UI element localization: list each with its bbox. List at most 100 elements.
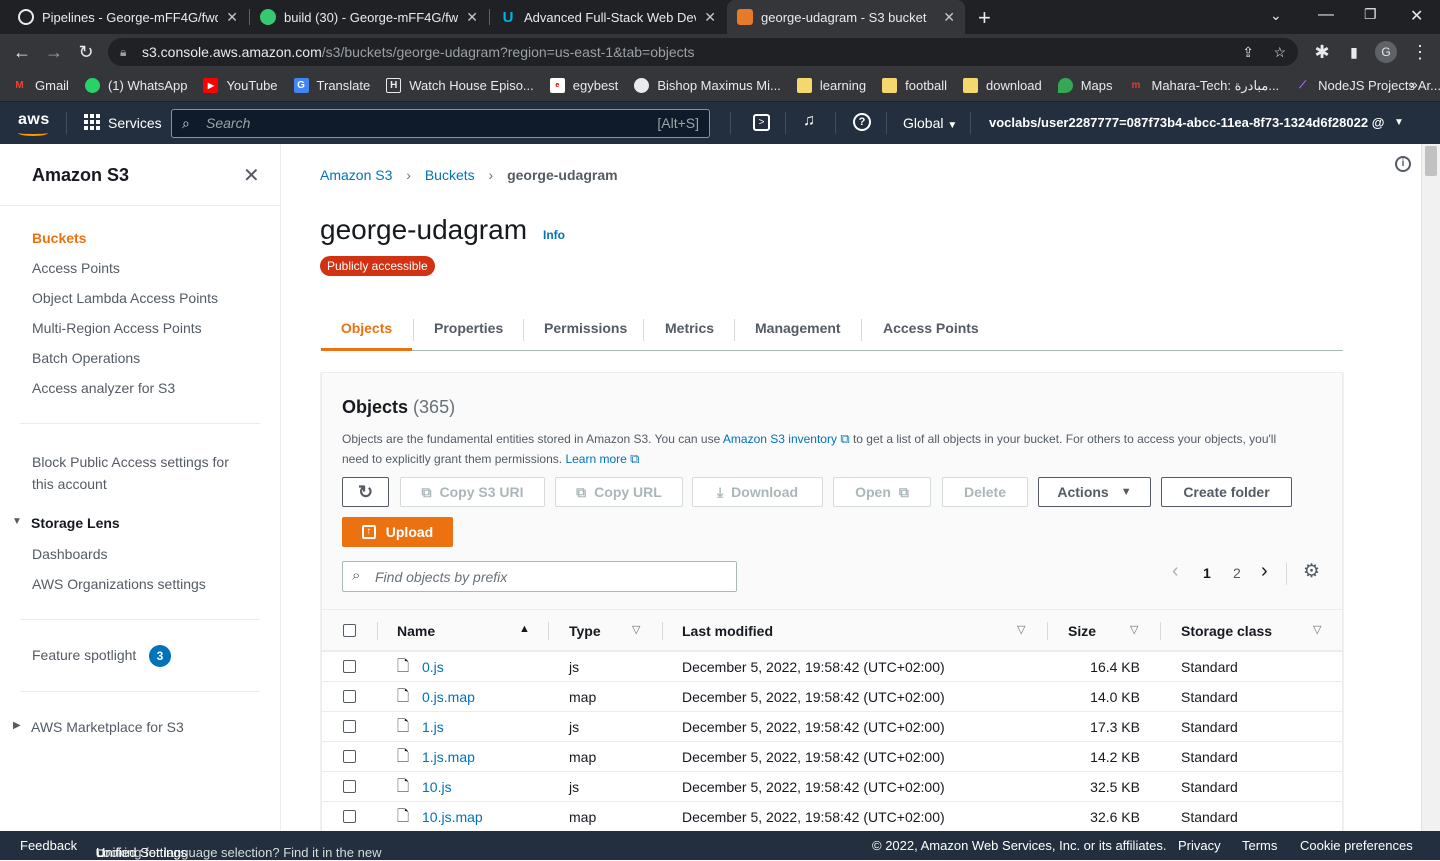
column-size[interactable]: Size	[1068, 610, 1096, 652]
unified-settings-link[interactable]: Unified Settings	[96, 845, 187, 860]
expand-caret-icon[interactable]: ▼	[12, 516, 22, 527]
bookmark-download[interactable]: download	[963, 78, 1042, 93]
bookmark-bishop[interactable]: Bishop Maximus Mi...	[634, 78, 781, 93]
row-checkbox[interactable]	[343, 720, 356, 733]
prev-page-icon[interactable]: ‹	[1172, 560, 1179, 583]
copy-url-button[interactable]: ⧉ Copy URL	[555, 477, 683, 507]
table-row[interactable]: 🗋︎ 1.js.map map December 5, 2022, 19:58:42 …	[322, 741, 1342, 771]
object-name-link[interactable]: 1.js	[422, 712, 444, 742]
close-icon[interactable]: ✕	[226, 9, 238, 26]
sidebar-item-org-settings[interactable]: AWS Organizations settings	[32, 576, 206, 592]
reload-icon[interactable]: ↻	[74, 40, 98, 64]
page-1[interactable]: 1	[1203, 565, 1211, 581]
close-icon[interactable]: ✕	[704, 9, 716, 26]
sidebar-item-dashboards[interactable]: Dashboards	[32, 546, 108, 562]
terms-link[interactable]: Terms	[1242, 838, 1277, 853]
extensions-icon[interactable]: ✱	[1310, 40, 1334, 64]
sidebar-item-object-lambda[interactable]: Object Lambda Access Points	[32, 290, 218, 306]
bookmark-maps[interactable]: Maps	[1057, 78, 1113, 93]
row-checkbox[interactable]	[343, 660, 356, 673]
share-icon[interactable]: ⇪	[1242, 38, 1254, 66]
column-name[interactable]: Name	[397, 610, 435, 652]
new-tab-icon[interactable]: +	[978, 5, 991, 31]
profile-avatar[interactable]: G	[1375, 41, 1397, 63]
back-icon[interactable]: ←	[10, 40, 34, 64]
sidebar-section-storage-lens[interactable]: Storage Lens	[31, 515, 120, 531]
cloudshell-icon[interactable]: >	[753, 114, 770, 131]
table-row[interactable]: 🗋︎ 0.js.map map December 5, 2022, 19:58:42 …	[322, 681, 1342, 711]
breadcrumb-amazon-s3[interactable]: Amazon S3	[320, 167, 392, 183]
sort-icon[interactable]: ▽	[1313, 623, 1321, 636]
tab-metrics[interactable]: Metrics	[665, 305, 714, 351]
window-close-icon[interactable]: ✕	[1410, 6, 1423, 26]
column-storage-class[interactable]: Storage class	[1181, 610, 1272, 652]
help-icon[interactable]: ?	[853, 113, 871, 131]
sidebar-item-batch-operations[interactable]: Batch Operations	[32, 350, 140, 366]
copy-s3-uri-button[interactable]: ⧉ Copy S3 URI	[400, 477, 545, 507]
aws-logo[interactable]: aws	[18, 111, 50, 136]
open-button[interactable]: Open ⧉	[833, 477, 931, 507]
delete-button[interactable]: Delete	[942, 477, 1028, 507]
table-row[interactable]: 🗋︎ 0.js js December 5, 2022, 19:58:42 (UTC+…	[322, 651, 1342, 681]
bookmark-football[interactable]: football	[882, 78, 947, 93]
tab-properties[interactable]: Properties	[434, 305, 503, 351]
upload-button[interactable]: ↑ Upload	[342, 517, 453, 547]
object-name-link[interactable]: 1.js.map	[422, 742, 475, 772]
column-type[interactable]: Type	[569, 610, 601, 652]
sort-icon[interactable]: ▽	[1017, 623, 1025, 636]
bookmark-nodejs[interactable]: ⟋ NodeJS Projects Ar...	[1295, 78, 1440, 93]
sidebar-item-block-public-access[interactable]: Block Public Access settings for this ac…	[32, 451, 229, 495]
tab-permissions[interactable]: Permissions	[544, 305, 627, 351]
sort-icon[interactable]: ▽	[632, 623, 640, 636]
row-checkbox[interactable]	[343, 780, 356, 793]
learn-more-link[interactable]: Learn more	[565, 452, 626, 466]
object-name-link[interactable]: 10.js.map	[422, 802, 483, 831]
object-name-link[interactable]: 0.js	[422, 652, 444, 682]
breadcrumb-buckets[interactable]: Buckets	[425, 167, 475, 183]
s3-inventory-link[interactable]: Amazon S3 inventory	[723, 432, 837, 446]
table-row[interactable]: 🗋︎ 10.js js December 5, 2022, 19:58:42 (UTC…	[322, 771, 1342, 801]
address-bar[interactable]: 🔒︎ s3.console.aws.amazon.com/s3/buckets/…	[108, 38, 1298, 66]
browser-tab-pipelines[interactable]: Pipelines - George-mFF4G/fwd-a ✕	[8, 0, 248, 34]
side-panel-icon[interactable]: ▮	[1342, 40, 1366, 64]
forward-icon[interactable]: →	[42, 40, 66, 64]
object-name-link[interactable]: 0.js.map	[422, 682, 475, 712]
sidebar-item-access-analyzer[interactable]: Access analyzer for S3	[32, 380, 175, 396]
global-search-input[interactable]: ⌕ Search [Alt+S]	[171, 109, 710, 138]
close-icon[interactable]: ✕	[466, 9, 478, 26]
actions-dropdown[interactable]: Actions ▼	[1038, 477, 1151, 507]
close-icon[interactable]: ✕	[943, 9, 955, 26]
sidebar-item-feature-spotlight[interactable]: Feature spotlight	[32, 647, 136, 663]
account-menu[interactable]: voclabs/user2287777=087f73b4-abcc-11ea-8…	[989, 115, 1384, 130]
bookmark-watch-house[interactable]: H Watch House Episo...	[386, 78, 534, 93]
restore-icon[interactable]: ❐	[1364, 6, 1377, 23]
row-checkbox[interactable]	[343, 690, 356, 703]
download-button[interactable]: ⤓ Download	[692, 477, 823, 507]
services-grid-icon[interactable]	[84, 114, 100, 130]
feedback-link[interactable]: Feedback	[20, 838, 77, 853]
tab-management[interactable]: Management	[755, 305, 841, 351]
sort-ascending-icon[interactable]: ▲	[519, 623, 530, 635]
sidebar-item-multi-region[interactable]: Multi-Region Access Points	[32, 320, 202, 336]
notifications-bell-icon[interactable]: ♫	[803, 112, 815, 130]
sort-icon[interactable]: ▽	[1130, 623, 1138, 636]
info-link[interactable]: Info	[543, 228, 565, 242]
next-page-icon[interactable]: ›	[1261, 560, 1268, 583]
bookmark-gmail[interactable]: M Gmail	[12, 78, 69, 93]
cookie-preferences-link[interactable]: Cookie preferences	[1300, 838, 1413, 853]
more-bookmarks-icon[interactable]: »	[1410, 76, 1418, 92]
browser-tab-s3[interactable]: george-udagram - S3 bucket ✕	[727, 0, 965, 34]
account-caret-icon[interactable]: ▼	[1394, 117, 1404, 128]
sidebar-item-buckets[interactable]: Buckets	[32, 230, 86, 246]
browser-tab-build[interactable]: build (30) - George-mFF4G/fwd-a ✕	[250, 0, 488, 34]
filter-objects-input[interactable]: ⌕ Find objects by prefix	[342, 561, 737, 592]
refresh-button[interactable]: ↻	[342, 477, 389, 507]
create-folder-button[interactable]: Create folder	[1161, 477, 1292, 507]
services-menu[interactable]: Services	[108, 115, 162, 131]
expand-right-caret-icon[interactable]: ▶	[13, 720, 21, 731]
table-row[interactable]: 🗋︎ 1.js js December 5, 2022, 19:58:42 (UTC+…	[322, 711, 1342, 741]
page-2[interactable]: 2	[1233, 565, 1241, 581]
column-last-modified[interactable]: Last modified	[682, 610, 773, 652]
row-checkbox[interactable]	[343, 750, 356, 763]
gear-icon[interactable]: ⚙	[1303, 560, 1320, 583]
